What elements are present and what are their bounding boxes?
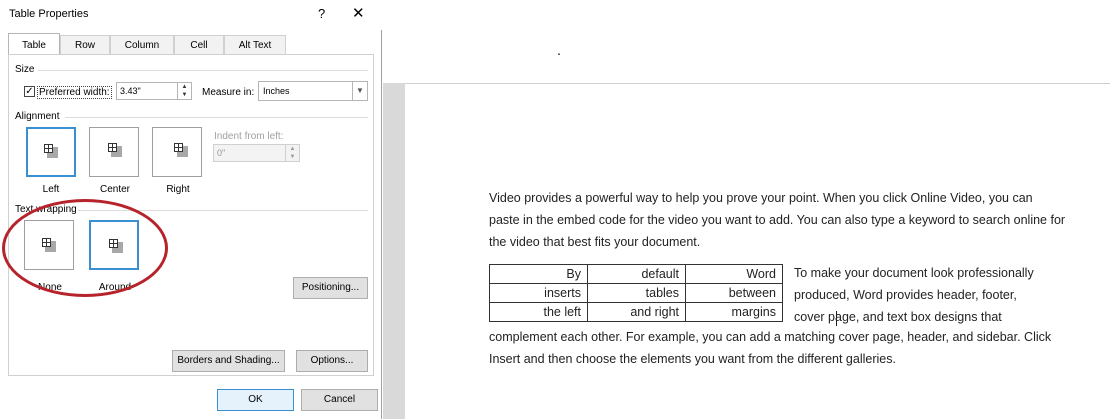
table-cell[interactable]: default bbox=[587, 264, 686, 284]
preferred-width-label: Preferred width: bbox=[37, 86, 112, 99]
spinner-arrows-icon[interactable]: ▲ ▼ bbox=[285, 145, 299, 161]
preferred-width-checkbox[interactable]: ✓ bbox=[24, 86, 35, 97]
measure-in-value: Inches bbox=[263, 86, 290, 96]
table-row: By default Word bbox=[489, 264, 783, 284]
indent-from-left-spinner[interactable]: 0" ▲ ▼ bbox=[213, 144, 300, 162]
document-table[interactable]: By default Word inserts tables between t… bbox=[489, 264, 783, 322]
paragraph-1-line-3: the video that best fits your document. bbox=[489, 235, 701, 249]
table-align-center-icon bbox=[108, 143, 122, 157]
table-row: the left and right margins bbox=[489, 302, 783, 322]
table-properties-dialog: Table Properties ? ✕ Table Row Column Ce… bbox=[0, 0, 382, 419]
table-row: inserts tables between bbox=[489, 283, 783, 303]
chevron-down-icon[interactable]: ▼ bbox=[352, 82, 367, 100]
tab-strip: Table Row Column Cell Alt Text bbox=[8, 33, 374, 54]
indent-from-left-label: Indent from left: bbox=[214, 131, 284, 142]
ok-button[interactable]: OK bbox=[217, 389, 294, 411]
cancel-button[interactable]: Cancel bbox=[301, 389, 378, 411]
tab-table[interactable]: Table bbox=[8, 33, 60, 54]
tab-alt-text[interactable]: Alt Text bbox=[224, 35, 286, 54]
document-page[interactable] bbox=[405, 83, 1110, 419]
options-button[interactable]: Options... bbox=[296, 350, 368, 372]
document-top-area bbox=[383, 0, 1110, 83]
table-cell[interactable]: tables bbox=[587, 283, 686, 303]
align-center-option[interactable] bbox=[89, 127, 139, 177]
align-right-label: Right bbox=[166, 184, 190, 195]
table-cell[interactable]: the left bbox=[489, 302, 588, 322]
table-cell[interactable]: inserts bbox=[489, 283, 588, 303]
align-left-option[interactable] bbox=[26, 127, 76, 177]
indent-from-left-value: 0" bbox=[217, 148, 226, 158]
dialog-title: Table Properties bbox=[9, 8, 89, 20]
title-bar: Table Properties ? ✕ bbox=[0, 0, 382, 30]
wrapped-line-2: produced, Word provides header, footer, bbox=[794, 288, 1017, 302]
table-align-left-icon bbox=[44, 144, 58, 158]
wrapped-line-3: cover page, and text box designs that bbox=[794, 310, 1002, 324]
highlight-circle bbox=[2, 199, 168, 297]
paragraph-1-line-2: paste in the embed code for the video yo… bbox=[489, 213, 1066, 227]
tab-row[interactable]: Row bbox=[60, 35, 110, 54]
tab-column[interactable]: Column bbox=[110, 35, 174, 54]
spinner-arrows-icon[interactable]: ▲ ▼ bbox=[177, 83, 191, 99]
positioning-button[interactable]: Positioning... bbox=[293, 277, 368, 299]
paragraph-1-line-1: Video provides a powerful way to help yo… bbox=[489, 191, 1033, 205]
alignment-divider bbox=[65, 117, 368, 118]
preferred-width-spinner[interactable]: 3.43" ▲ ▼ bbox=[116, 82, 192, 100]
table-align-right-icon bbox=[174, 143, 188, 157]
align-left-label: Left bbox=[42, 184, 60, 195]
alignment-section-label: Alignment bbox=[15, 111, 60, 122]
table-cell[interactable]: margins bbox=[685, 302, 783, 322]
document-marker: . bbox=[557, 42, 561, 58]
tab-cell[interactable]: Cell bbox=[174, 35, 224, 54]
help-button[interactable]: ? bbox=[318, 6, 325, 21]
preferred-width-value: 3.43" bbox=[120, 86, 141, 96]
table-cell[interactable]: Word bbox=[685, 264, 783, 284]
measure-in-dropdown[interactable]: Inches ▼ bbox=[258, 81, 368, 101]
table-cell[interactable]: By bbox=[489, 264, 588, 284]
size-section-label: Size bbox=[15, 64, 35, 75]
paragraph-2-line-2: Insert and then choose the elements you … bbox=[489, 352, 896, 366]
size-divider bbox=[38, 70, 368, 71]
table-cell[interactable]: between bbox=[685, 283, 783, 303]
text-cursor bbox=[836, 311, 837, 326]
table-cell[interactable]: and right bbox=[587, 302, 686, 322]
borders-and-shading-button[interactable]: Borders and Shading... bbox=[172, 350, 285, 372]
paragraph-2-line-1: complement each other. For example, you … bbox=[489, 330, 1052, 344]
document-gutter bbox=[383, 83, 405, 419]
measure-in-label: Measure in: bbox=[202, 87, 255, 98]
align-right-option[interactable] bbox=[152, 127, 202, 177]
align-center-label: Center bbox=[99, 184, 130, 195]
wrapped-line-1: To make your document look professionall… bbox=[794, 266, 1034, 280]
close-button[interactable]: ✕ bbox=[352, 4, 365, 22]
